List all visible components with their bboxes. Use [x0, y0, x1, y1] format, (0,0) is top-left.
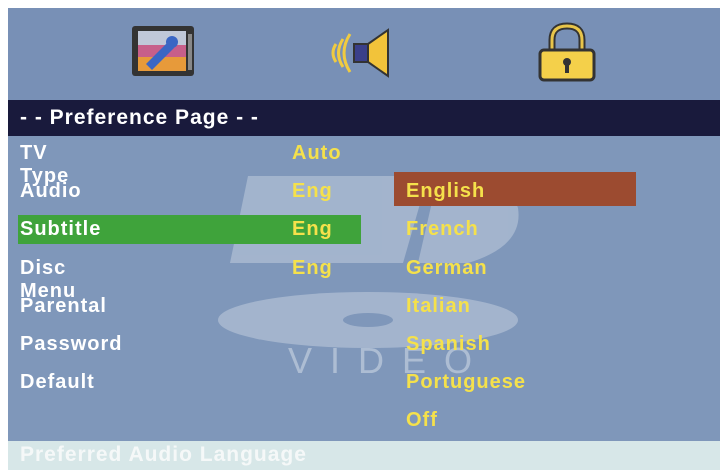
speaker-icon[interactable]: [328, 22, 398, 84]
dvd-setup-screen: VIDEO - - Preference Page - - TV Type Au…: [8, 8, 720, 470]
preference-page-header: - - Preference Page - -: [8, 100, 720, 136]
option-label: German: [406, 257, 488, 279]
menu-item-value: Auto: [292, 142, 342, 164]
padlock-icon[interactable]: [532, 22, 602, 84]
menu-item-label: Audio: [20, 180, 82, 202]
menu-item-value: Eng: [292, 257, 333, 279]
setup-icon-bar: [8, 8, 720, 100]
menu-item-value: Eng: [292, 218, 333, 240]
menu-item-label: Parental: [20, 295, 107, 317]
option-label: French: [406, 218, 479, 240]
option-label: Italian: [406, 295, 471, 317]
menu-item-label: Subtitle: [20, 218, 102, 240]
option-label: Portuguese: [406, 371, 527, 393]
page-title: - - Preference Page - -: [20, 106, 259, 129]
help-text: Preferred Audio Language: [20, 443, 307, 466]
option-label: Off: [406, 409, 438, 431]
tv-setup-icon[interactable]: [128, 22, 198, 84]
help-bar: Preferred Audio Language: [8, 441, 720, 470]
option-label: English: [406, 180, 486, 202]
option-label: Spanish: [406, 333, 491, 355]
menu-item-label: Password: [20, 333, 123, 355]
menu-item-label: Default: [20, 371, 95, 393]
menu-item-value: Eng: [292, 180, 333, 202]
